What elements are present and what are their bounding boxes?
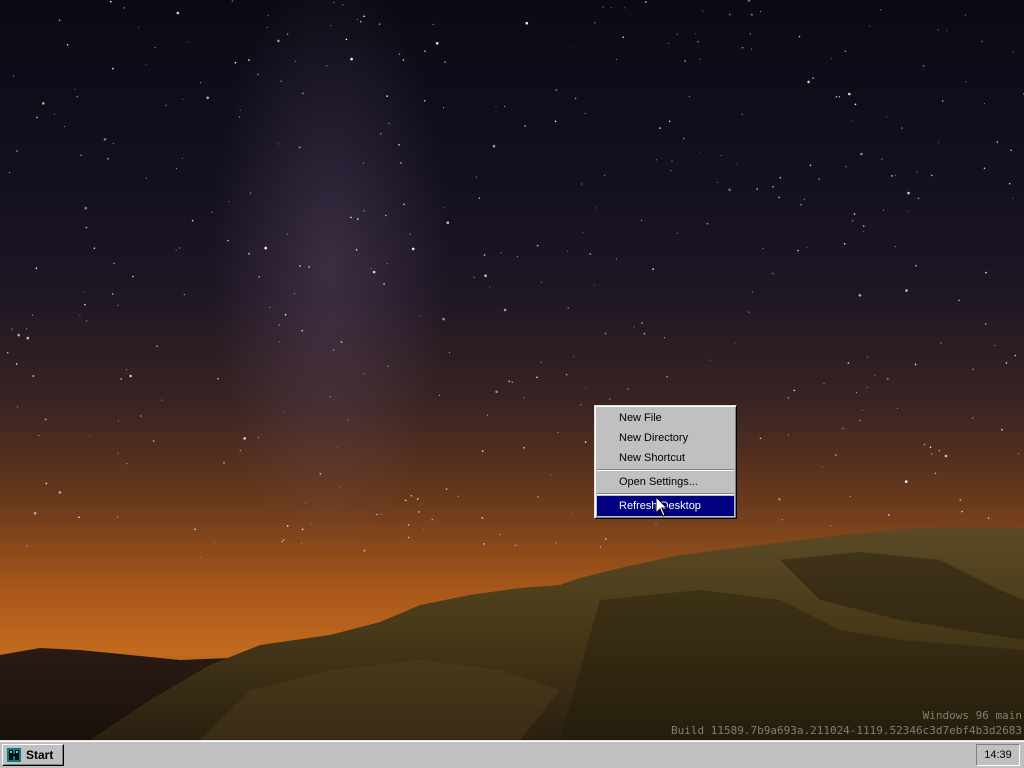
menu-item-open-settings[interactable]: Open Settings... <box>597 472 734 492</box>
taskbar: Start 14:39 <box>0 740 1024 768</box>
start-label: Start <box>26 748 54 762</box>
mountain-silhouette <box>0 527 1024 740</box>
menu-item-new-directory[interactable]: New Directory <box>597 428 734 448</box>
desktop[interactable]: Windows 96 main Build 11589.7b9a693a.211… <box>0 0 1024 740</box>
menu-separator <box>597 469 734 471</box>
menu-item-new-file[interactable]: New File <box>597 408 734 428</box>
menu-item-new-shortcut[interactable]: New Shortcut <box>597 448 734 468</box>
start-button[interactable]: Start <box>2 744 64 766</box>
build-watermark: Windows 96 main Build 11589.7b9a693a.211… <box>671 708 1022 738</box>
windows96-logo-icon <box>7 748 21 762</box>
mouse-cursor-icon <box>656 497 668 517</box>
clock-time: 14:39 <box>984 749 1012 761</box>
watermark-build: Build 11589.7b9a693a.211024-1119.52346c3… <box>671 724 1022 737</box>
system-tray-clock[interactable]: 14:39 <box>976 744 1020 766</box>
menu-separator <box>597 493 734 495</box>
watermark-edition: Windows 96 main <box>922 709 1022 722</box>
